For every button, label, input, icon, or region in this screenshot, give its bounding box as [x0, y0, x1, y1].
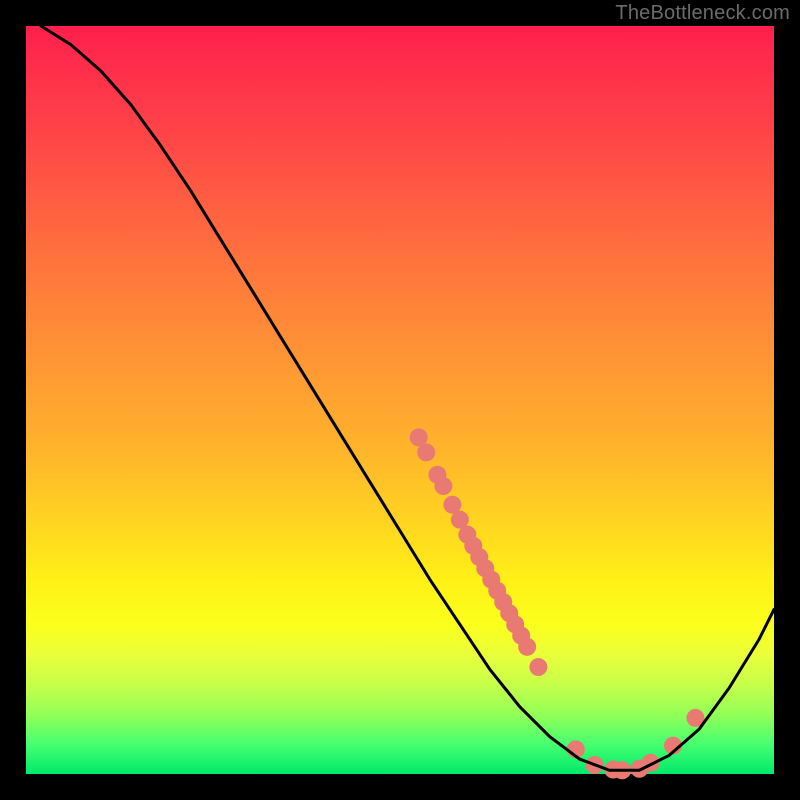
figure-root: TheBottleneck.com	[0, 0, 800, 800]
curve-marker	[417, 443, 435, 461]
attribution-text: TheBottleneck.com	[615, 2, 790, 25]
curve-marker	[529, 658, 547, 676]
curve-marker	[434, 477, 452, 495]
marker-layer	[410, 428, 705, 779]
curve-marker	[518, 638, 536, 656]
plot-overlay	[26, 26, 774, 774]
bottleneck-curve	[41, 26, 774, 770]
